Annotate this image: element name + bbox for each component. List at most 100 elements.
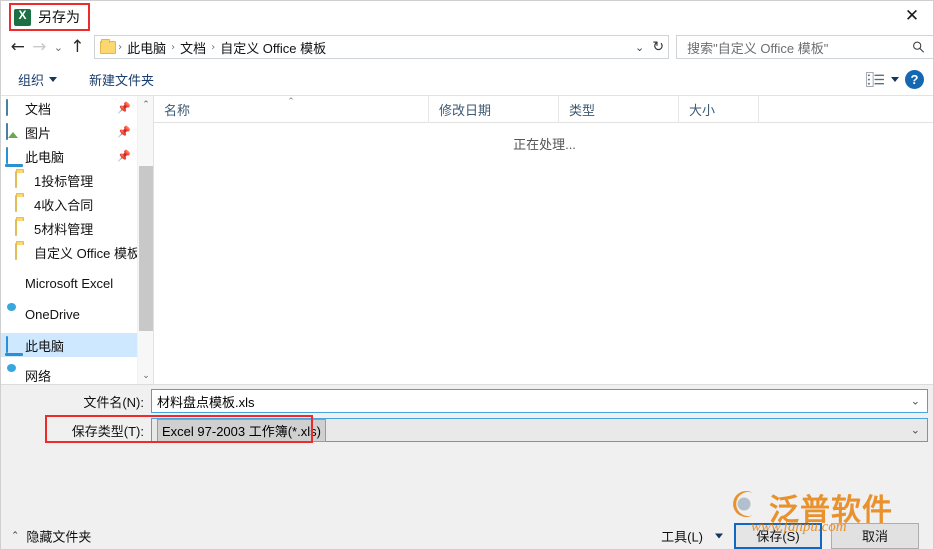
- column-label: 类型: [569, 103, 596, 118]
- organize-button[interactable]: 组织: [11, 67, 64, 92]
- title-bar: 另存为 ✕: [1, 1, 933, 31]
- onedrive-icon: [6, 306, 22, 322]
- column-label: 名称: [164, 103, 191, 118]
- page-title: 另存为: [38, 9, 80, 25]
- folder-icon: [15, 195, 31, 212]
- scroll-up-icon[interactable]: ⌃: [138, 96, 154, 113]
- save-as-dialog: 另存为 ✕ ← → ⌄ ↑ › 此电脑 › 文档 › 自定义 Office 模板…: [0, 0, 934, 550]
- navigation-pane: 文档 📌 图片 📌 此电脑 📌 1投标管理 4收入合同 5材料管理 自定义 Of…: [1, 96, 137, 384]
- chevron-down-icon[interactable]: ⌄: [911, 424, 920, 437]
- chevron-down-icon: [49, 76, 58, 82]
- filename-value: 材料盘点模板.xls: [157, 394, 255, 410]
- chevron-down-icon[interactable]: ⌄: [635, 36, 644, 58]
- forward-icon[interactable]: →: [29, 34, 51, 60]
- new-folder-button[interactable]: 新建文件夹: [82, 67, 161, 92]
- column-header-type[interactable]: 类型: [559, 96, 679, 123]
- list-view-icon[interactable]: [866, 72, 885, 87]
- close-icon[interactable]: ✕: [889, 1, 933, 31]
- cancel-button[interactable]: 取消: [831, 522, 919, 549]
- filename-label: 文件名(N):: [83, 394, 144, 410]
- sidebar-item-folder-2[interactable]: 4收入合同: [1, 192, 137, 216]
- breadcrumb[interactable]: › 此电脑 › 文档 › 自定义 Office 模板 ⌄ ↻: [94, 35, 670, 59]
- refresh-icon[interactable]: ↻: [652, 36, 664, 58]
- help-icon[interactable]: ?: [905, 70, 924, 89]
- excel-icon: [14, 8, 31, 26]
- scroll-down-icon[interactable]: ⌄: [138, 367, 154, 384]
- sidebar-item-folder-1[interactable]: 1投标管理: [1, 168, 137, 192]
- breadcrumb-separator-2: ›: [211, 41, 216, 53]
- search-placeholder: 搜索"自定义 Office 模板": [687, 40, 829, 56]
- sidebar-scrollbar[interactable]: ⌃ ⌄: [137, 96, 153, 384]
- search-icon: [913, 41, 925, 53]
- new-folder-label: 新建文件夹: [89, 72, 155, 88]
- sidebar-item-label: 此电脑: [25, 338, 65, 354]
- dialog-body: 文档 📌 图片 📌 此电脑 📌 1投标管理 4收入合同 5材料管理 自定义 Of…: [1, 96, 933, 384]
- chevron-up-icon: ⌃: [11, 530, 20, 541]
- pin-icon[interactable]: 📌: [117, 102, 131, 115]
- toolbar-right-group: ?: [866, 63, 933, 96]
- sidebar-item-documents[interactable]: 文档 📌: [1, 96, 137, 120]
- chevron-down-icon: [715, 533, 723, 538]
- excel-icon: [6, 275, 22, 291]
- dialog-title-highlight: 另存为: [9, 3, 90, 31]
- loading-status-text: 正在处理...: [513, 137, 576, 152]
- scrollbar-thumb[interactable]: [139, 166, 153, 331]
- column-header-date-modified[interactable]: 修改日期: [429, 96, 559, 123]
- sidebar-item-label: 此电脑: [25, 149, 65, 165]
- tools-label: 工具(L): [661, 529, 703, 544]
- sidebar-item-label: 4收入合同: [34, 197, 94, 213]
- computer-icon: [6, 147, 22, 164]
- sidebar-item-pictures[interactable]: 图片 📌: [1, 120, 137, 144]
- picture-icon: [6, 123, 22, 140]
- sidebar-item-label: 自定义 Office 模板: [34, 245, 137, 261]
- sidebar-item-label: 5材料管理: [34, 221, 94, 237]
- filetype-row: 保存类型(T): Excel 97-2003 工作簿(*.xls) ⌄: [1, 417, 933, 443]
- breadcrumb-item-0[interactable]: 此电脑: [124, 38, 169, 57]
- filename-input[interactable]: 材料盘点模板.xls ⌄: [151, 389, 928, 413]
- sidebar-item-label: 网络: [25, 368, 52, 384]
- column-label: 修改日期: [439, 103, 492, 118]
- filetype-label: 保存类型(T):: [71, 423, 144, 439]
- organize-label: 组织: [18, 72, 45, 88]
- breadcrumb-item-2[interactable]: 自定义 Office 模板: [217, 38, 329, 57]
- pin-icon[interactable]: 📌: [117, 126, 131, 139]
- sidebar-item-label: 文档: [25, 101, 52, 117]
- filetype-value: Excel 97-2003 工作簿(*.xls): [157, 418, 326, 442]
- sidebar-item-onedrive[interactable]: OneDrive: [1, 302, 137, 326]
- hide-folders-button[interactable]: ⌃ 隐藏文件夹: [11, 526, 91, 545]
- sidebar-item-this-pc-quick[interactable]: 此电脑 📌: [1, 144, 137, 168]
- filetype-select[interactable]: Excel 97-2003 工作簿(*.xls) ⌄: [151, 418, 928, 442]
- save-form: 文件名(N): 材料盘点模板.xls ⌄ 保存类型(T): Excel 97-2…: [1, 384, 933, 520]
- back-icon[interactable]: ←: [7, 34, 29, 60]
- breadcrumb-item-1[interactable]: 文档: [177, 38, 209, 57]
- sidebar-item-label: Microsoft Excel: [25, 275, 114, 291]
- breadcrumb-separator-0: ›: [118, 41, 123, 53]
- dialog-footer: ⌃ 隐藏文件夹 工具(L) 保存(S) 取消: [1, 520, 933, 549]
- folder-icon: [100, 38, 117, 54]
- recent-locations-icon[interactable]: ⌄: [50, 34, 67, 60]
- sidebar-item-network[interactable]: 网络: [1, 363, 137, 384]
- folder-icon: [15, 243, 31, 260]
- chevron-down-icon[interactable]: ⌄: [911, 395, 920, 408]
- filename-row: 文件名(N): 材料盘点模板.xls ⌄: [1, 388, 933, 414]
- sidebar-item-microsoft-excel[interactable]: Microsoft Excel: [1, 271, 137, 295]
- view-dropdown-icon[interactable]: [891, 77, 899, 82]
- toolbar: 组织 新建文件夹 ?: [1, 63, 933, 96]
- sidebar-item-label: 1投标管理: [34, 173, 94, 189]
- folder-icon: [15, 219, 31, 236]
- search-input[interactable]: 搜索"自定义 Office 模板": [676, 35, 933, 59]
- save-button[interactable]: 保存(S): [734, 522, 822, 549]
- sort-ascending-icon: ⌃: [287, 97, 295, 107]
- sidebar-item-folder-3[interactable]: 5材料管理: [1, 216, 137, 240]
- up-icon[interactable]: ↑: [67, 34, 89, 60]
- network-icon: [6, 367, 22, 383]
- computer-icon: [6, 336, 22, 353]
- file-list-header: ⌃ 名称 修改日期 类型 大小: [154, 96, 933, 123]
- sidebar-item-this-pc[interactable]: 此电脑: [1, 333, 137, 357]
- column-label: 大小: [689, 103, 716, 118]
- column-header-size[interactable]: 大小: [679, 96, 759, 123]
- sidebar-item-folder-4[interactable]: 自定义 Office 模板: [1, 240, 137, 264]
- tools-button[interactable]: 工具(L): [661, 526, 723, 545]
- column-header-name[interactable]: ⌃ 名称: [154, 96, 429, 123]
- pin-icon[interactable]: 📌: [117, 150, 131, 163]
